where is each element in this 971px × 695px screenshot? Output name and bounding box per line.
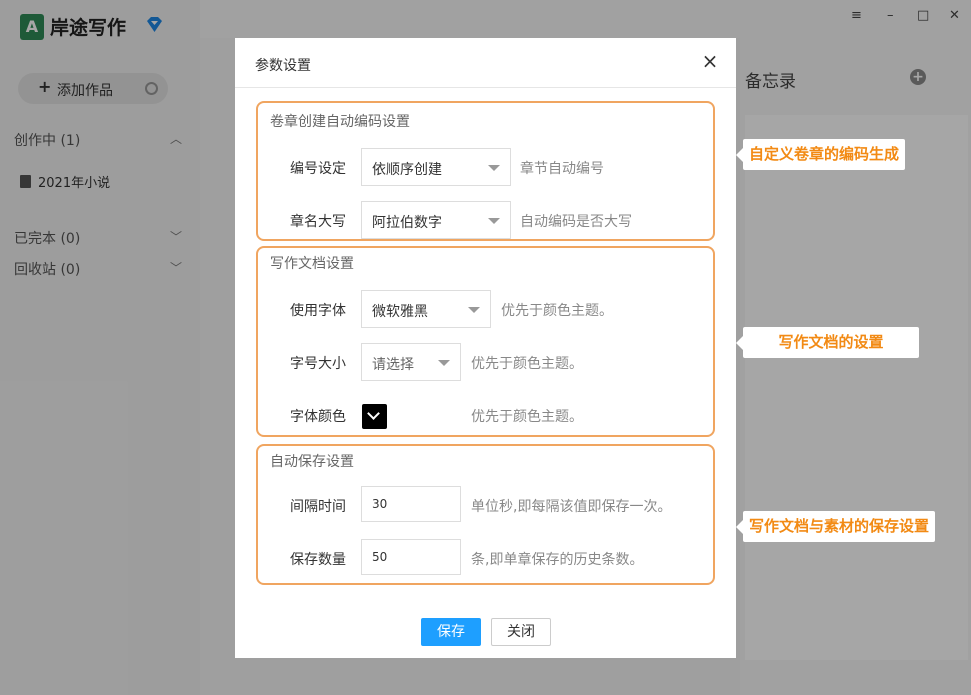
interval-hint: 单位秒,即每隔该值即保存一次。: [471, 499, 672, 515]
close-button[interactable]: 关闭: [491, 618, 551, 646]
caret-down-icon: [488, 218, 500, 224]
numbering-hint: 章节自动编号: [520, 161, 604, 177]
section-chapter-title: 卷章创建自动编码设置: [270, 114, 410, 130]
color-hint: 优先于颜色主题。: [471, 409, 583, 425]
section-autosave: 自动保存设置 间隔时间 30 单位秒,即每隔该值即保存一次。 保存数量 50 条…: [256, 444, 715, 585]
dialog-title: 参数设置: [255, 58, 311, 74]
chevron-down-icon: [367, 407, 380, 420]
section-document: 写作文档设置 使用字体 微软雅黑 优先于颜色主题。 字号大小 请选择 优先于颜色…: [256, 246, 715, 437]
callout-chapter: 自定义卷章的编码生成: [735, 139, 906, 170]
callout-autosave: 写作文档与素材的保存设置: [735, 511, 936, 542]
color-label: 字体颜色: [290, 409, 346, 425]
size-label: 字号大小: [290, 356, 346, 372]
capital-value: 阿拉伯数字: [372, 215, 442, 231]
font-value: 微软雅黑: [372, 304, 428, 320]
size-select[interactable]: 请选择: [361, 343, 461, 381]
font-color-picker[interactable]: [362, 404, 387, 429]
size-hint: 优先于颜色主题。: [471, 356, 583, 372]
interval-input[interactable]: 30: [361, 486, 461, 522]
capital-label: 章名大写: [290, 214, 346, 230]
caret-down-icon: [468, 307, 480, 313]
save-button[interactable]: 保存: [421, 618, 481, 646]
caret-down-icon: [488, 165, 500, 171]
numbering-label: 编号设定: [290, 161, 346, 177]
count-input[interactable]: 50: [361, 539, 461, 575]
settings-dialog: 参数设置 × 卷章创建自动编码设置 编号设定 依顺序创建 章节自动编号 章名大写…: [235, 38, 736, 658]
numbering-value: 依顺序创建: [372, 162, 442, 178]
interval-label: 间隔时间: [290, 499, 346, 515]
section-document-title: 写作文档设置: [270, 256, 354, 272]
section-chapter-encoding: 卷章创建自动编码设置 编号设定 依顺序创建 章节自动编号 章名大写 阿拉伯数字 …: [256, 101, 715, 241]
count-hint: 条,即单章保存的历史条数。: [471, 552, 644, 568]
section-autosave-title: 自动保存设置: [270, 454, 354, 470]
count-label: 保存数量: [290, 552, 346, 568]
close-icon[interactable]: ×: [700, 51, 720, 71]
size-value: 请选择: [372, 357, 414, 373]
font-label: 使用字体: [290, 303, 346, 319]
caret-down-icon: [438, 360, 450, 366]
capital-select[interactable]: 阿拉伯数字: [361, 201, 511, 239]
font-select[interactable]: 微软雅黑: [361, 290, 491, 328]
callout-document: 写作文档的设置: [736, 327, 919, 358]
capital-hint: 自动编码是否大写: [520, 214, 632, 230]
dialog-header: 参数设置 ×: [235, 38, 736, 88]
font-hint: 优先于颜色主题。: [501, 303, 613, 319]
numbering-select[interactable]: 依顺序创建: [361, 148, 511, 186]
